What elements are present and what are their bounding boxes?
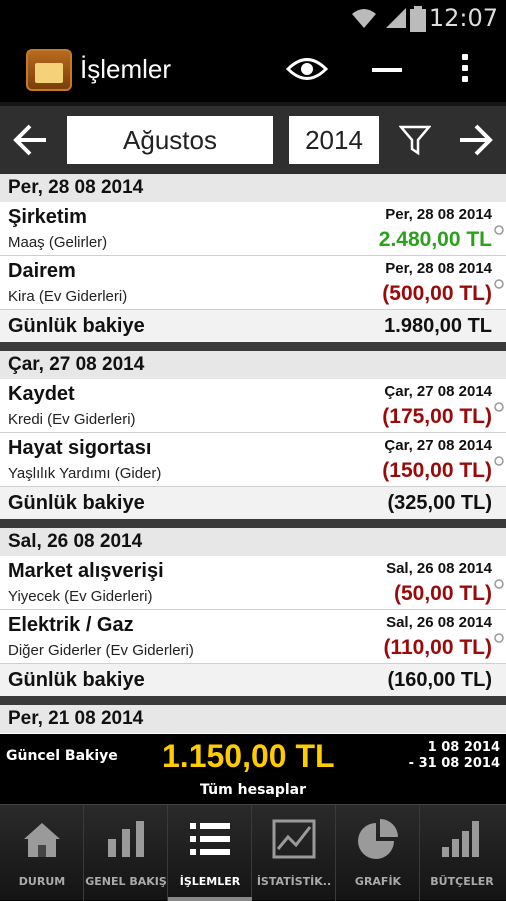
budget-bars-icon [442,821,479,857]
previous-month-arrow-icon[interactable] [12,122,50,158]
tab-islemler[interactable]: İŞLEMLER [168,805,252,901]
filter-icon[interactable] [399,124,431,156]
bar-chart-icon [108,821,144,857]
transaction-category: Diğer Giderler (Ev Giderleri) [8,642,194,659]
daily-balance-value: (160,00 TL) [387,669,492,691]
more-options-icon[interactable] [462,54,468,87]
transaction-name: Şirketim [8,206,87,228]
day-header: Per, 28 08 2014 [0,174,506,202]
transaction-list[interactable]: Per, 28 08 2014 Şirketim Maaş (Gelirler)… [0,174,506,734]
transaction-row[interactable]: Şirketim Maaş (Gelirler) Per, 28 08 2014… [0,202,506,256]
transaction-row[interactable]: Elektrik / Gaz Diğer Giderler (Ev Giderl… [0,610,506,664]
line-chart-icon [272,819,316,859]
tab-label: İSTATİSTİK.. [256,875,332,888]
tab-label: BÜTÇELER [430,875,494,888]
list-icon [190,823,230,855]
app-logo-icon[interactable] [26,49,72,91]
transaction-date: Sal, 26 08 2014 [386,614,492,631]
transaction-amount: 2.480,00 TL [378,228,492,251]
current-balance-value: 1.150,00 TL [162,738,335,774]
range-end: - 31 08 2014 [408,756,500,771]
transaction-category: Yiyecek (Ev Giderleri) [8,588,153,605]
action-bar: İşlemler [0,38,506,102]
daily-balance-label: Günlük bakiye [8,315,145,337]
transaction-row[interactable]: Dairem Kira (Ev Giderleri) Per, 28 08 20… [0,256,506,310]
transaction-category: Maaş (Gelirler) [8,234,108,251]
transaction-row[interactable]: Kaydet Kredi (Ev Giderleri) Çar, 27 08 2… [0,379,506,433]
transaction-date: Sal, 26 08 2014 [386,560,492,577]
transaction-amount: (150,00 TL) [382,459,492,482]
wifi-icon [352,9,376,28]
recurring-icon [494,456,504,466]
transaction-name: Dairem [8,260,76,282]
accounts-label[interactable]: Tüm hesaplar [0,782,506,798]
tab-genel-bakis[interactable]: GENEL BAKIŞ [84,805,168,901]
transaction-name: Market alışverişi [8,560,164,582]
daily-balance-value: 1.980,00 TL [384,315,492,337]
tab-label: DURUM [18,875,66,888]
tab-istatistik[interactable]: İSTATİSTİK.. [252,805,336,901]
pie-chart-icon [358,819,398,859]
divider [0,696,506,705]
divider [0,342,506,351]
day-header: Çar, 27 08 2014 [0,351,506,379]
transaction-name: Kaydet [8,383,75,405]
balance-summary: Güncel Bakiye 1.150,00 TL 1 08 2014 - 31… [0,734,506,804]
transaction-amount: (50,00 TL) [393,582,492,605]
tab-grafik[interactable]: GRAFİK [336,805,420,901]
clock: 12:07 [428,4,498,32]
transaction-row[interactable]: Hayat sigortası Yaşlılık Yardımı (Gider)… [0,433,506,487]
transaction-date: Çar, 27 08 2014 [384,437,492,454]
transaction-amount: (175,00 TL) [382,405,492,428]
daily-balance-row: Günlük bakiye (160,00 TL) [0,664,506,696]
day-header: Per, 21 08 2014 [0,705,506,733]
transaction-amount: (110,00 TL) [383,636,492,659]
signal-icon [386,8,406,28]
collapse-icon[interactable] [372,68,402,72]
transaction-date: Çar, 27 08 2014 [384,383,492,400]
tab-label: GENEL BAKIŞ [85,875,167,888]
tab-butceler[interactable]: BÜTÇELER [420,805,504,901]
status-bar: 12:07 [0,0,506,38]
recurring-icon [494,225,504,235]
recurring-icon [494,402,504,412]
recurring-icon [494,579,504,589]
transaction-name: Elektrik / Gaz [8,614,134,636]
daily-balance-row: Günlük bakiye (325,00 TL) [0,487,506,519]
tab-label: GRAFİK [354,875,402,888]
page-title: İşlemler [80,54,172,84]
month-field[interactable]: Ağustos [67,116,273,164]
range-start: 1 08 2014 [427,740,500,755]
tab-label: İŞLEMLER [179,875,241,888]
transaction-amount: (500,00 TL) [382,282,492,305]
recurring-icon [494,279,504,289]
daily-balance-label: Günlük bakiye [8,492,145,514]
period-selector: Ağustos 2014 [0,102,506,174]
day-header: Sal, 26 08 2014 [0,528,506,556]
year-field[interactable]: 2014 [289,116,379,164]
daily-balance-row: Günlük bakiye 1.980,00 TL [0,310,506,342]
divider [0,519,506,528]
transaction-category: Kira (Ev Giderleri) [8,288,128,305]
transaction-name: Hayat sigortası [8,437,152,459]
transaction-category: Yaşlılık Yardımı (Gider) [8,465,162,482]
battery-icon [410,6,426,32]
next-month-arrow-icon[interactable] [456,122,494,158]
house-icon [24,823,60,857]
recurring-icon [494,633,504,643]
daily-balance-value: (325,00 TL) [387,492,492,514]
transaction-category: Kredi (Ev Giderleri) [8,411,136,428]
current-balance-label: Güncel Bakiye [6,748,118,764]
transaction-date: Per, 28 08 2014 [385,260,492,277]
transaction-row[interactable]: Market alışverişi Yiyecek (Ev Giderleri)… [0,556,506,610]
transaction-date: Per, 28 08 2014 [385,206,492,223]
tab-durum[interactable]: DURUM [0,805,84,901]
bottom-tab-bar: DURUM GENEL BAKIŞ İŞLEMLER İSTATİSTİK.. … [0,804,506,901]
eye-icon[interactable] [286,56,328,82]
daily-balance-label: Günlük bakiye [8,669,145,691]
